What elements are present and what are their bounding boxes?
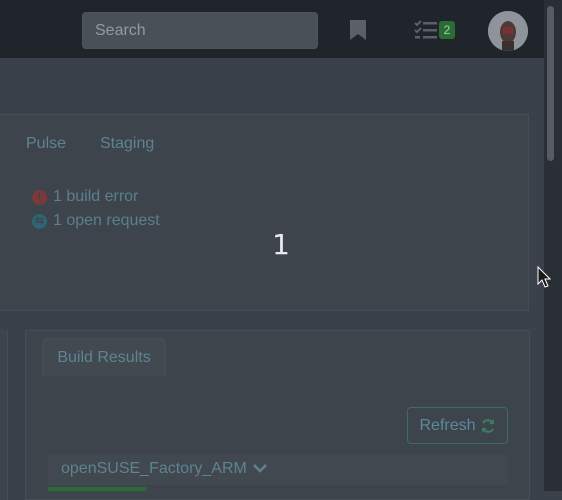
build-error-text: 1 build error [53,188,139,205]
top-navbar: 2 [0,0,544,58]
avatar[interactable] [488,11,528,51]
refresh-button[interactable]: Refresh [407,407,508,444]
refresh-icon [481,418,494,433]
refresh-label: Refresh [419,416,476,434]
status-bar [48,487,146,491]
repository-row[interactable]: openSUSE_Factory_ARM [48,455,508,485]
chevron-down-icon [253,464,268,473]
bookmark-icon[interactable] [349,19,367,46]
error-icon: ! [32,189,47,205]
page-header-band [0,58,544,114]
tab-staging[interactable]: Staging [100,135,154,153]
overlay-number: 1 [272,228,290,261]
scrollbar-thumb[interactable] [547,6,554,161]
repository-name: openSUSE_Factory_ARM [61,460,247,477]
request-icon: ⇆ [32,213,47,229]
build-error-link[interactable]: ! 1 build error [32,188,138,206]
tasks-icon[interactable] [414,20,438,45]
left-card-edge [0,330,8,500]
mouse-cursor-icon [537,265,552,293]
search-input[interactable] [82,12,318,49]
tab-pulse[interactable]: Pulse [26,135,66,153]
tasks-count-badge: 2 [439,21,455,39]
tab-build-results[interactable]: Build Results [42,338,166,376]
